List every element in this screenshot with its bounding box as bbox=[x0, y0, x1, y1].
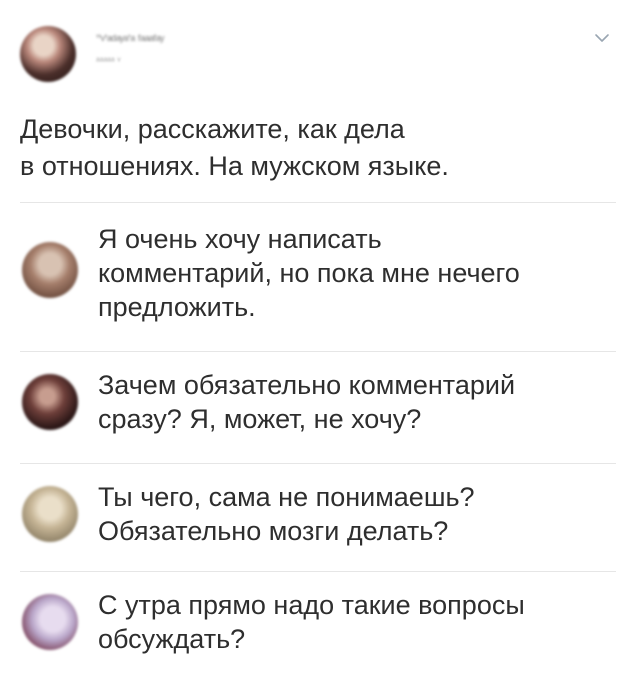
author-handle: ᵃᵃᵃᵃᵃ ᵛ bbox=[96, 56, 121, 67]
divider bbox=[20, 571, 616, 572]
comment-item[interactable]: С утра прямо надо такие вопросы обсуждат… bbox=[0, 588, 640, 680]
comment-item[interactable]: Ты чего, сама не понимаешь? Обязательно … bbox=[0, 480, 640, 572]
author-name[interactable]: ʼʼᵛʼᵃᵈᵃʸᵃʼᵃ ᶠᵃᵃᵃᶠᵃʸ bbox=[96, 32, 164, 47]
comment-text-line: Я очень хочу написать bbox=[98, 224, 382, 254]
comment-item[interactable]: Я очень хочу написать комментарий, но по… bbox=[0, 218, 640, 348]
divider bbox=[20, 351, 616, 352]
divider bbox=[20, 463, 616, 464]
comment-text-line: Ты чего, сама не понимаешь? bbox=[98, 482, 475, 512]
comment-text: Зачем обязательно комментарий сразу? Я, … bbox=[98, 368, 618, 436]
chevron-down-icon[interactable] bbox=[594, 30, 610, 46]
commenter-avatar[interactable] bbox=[22, 594, 78, 650]
comment-text-line: предложить. bbox=[98, 292, 256, 322]
comment-text: С утра прямо надо такие вопросы обсуждат… bbox=[98, 588, 618, 656]
comment-text-line: Обязательно мозги делать? bbox=[98, 516, 449, 546]
commenter-avatar[interactable] bbox=[22, 486, 78, 542]
author-avatar[interactable] bbox=[20, 26, 76, 82]
divider bbox=[20, 202, 616, 203]
commenter-avatar[interactable] bbox=[22, 374, 78, 430]
comment-text-line: сразу? Я, может, не хочу? bbox=[98, 404, 422, 434]
comment-text-line: комментарий, но пока мне нечего bbox=[98, 258, 520, 288]
post-header: ʼʼᵛʼᵃᵈᵃʸᵃʼᵃ ᶠᵃᵃᵃᶠᵃʸ ᵃᵃᵃᵃᵃ ᵛ bbox=[0, 0, 640, 100]
comment-text: Ты чего, сама не понимаешь? Обязательно … bbox=[98, 480, 618, 548]
comment-text-line: С утра прямо надо такие вопросы bbox=[98, 590, 525, 620]
comment-text-line: Зачем обязательно комментарий bbox=[98, 370, 516, 400]
comment-item[interactable]: Зачем обязательно комментарий сразу? Я, … bbox=[0, 368, 640, 460]
post-text-line: в отношениях. На мужском языке. bbox=[20, 151, 449, 181]
comment-text: Я очень хочу написать комментарий, но по… bbox=[98, 222, 618, 324]
post-text-line: Девочки, расскажите, как дела bbox=[20, 114, 405, 144]
post-text: Девочки, расскажите, как дела в отношени… bbox=[20, 111, 600, 185]
commenter-avatar[interactable] bbox=[22, 242, 78, 298]
comment-text-line: обсуждать? bbox=[98, 624, 246, 654]
